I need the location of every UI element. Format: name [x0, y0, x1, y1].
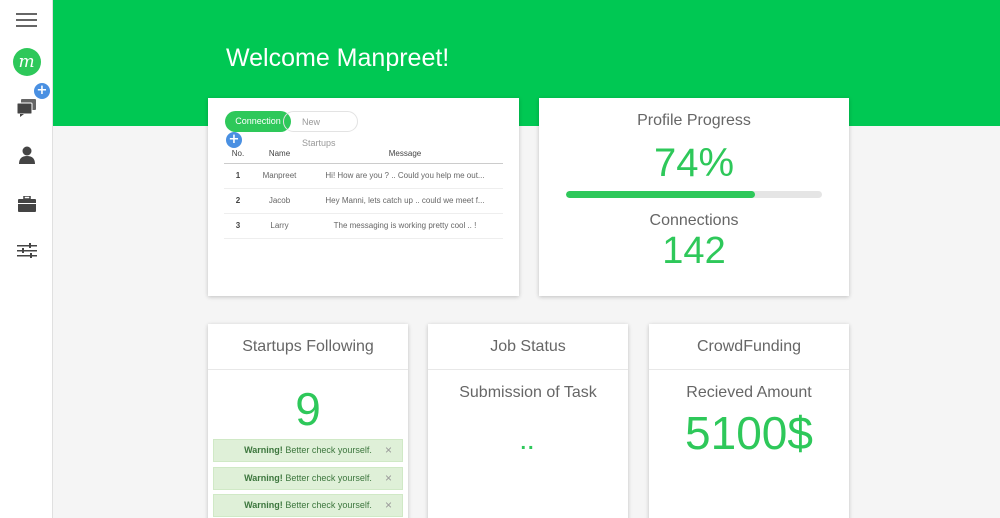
warning-strong: Warning! [244, 445, 283, 455]
warning-text: Better check yourself. [282, 445, 372, 455]
profile-progress-title: Profile Progress [637, 112, 751, 129]
menu-icon[interactable] [0, 10, 53, 30]
warning-alert: Warning! Better check yourself. × [213, 494, 403, 517]
row-no: 1 [224, 163, 252, 189]
warning-strong: Warning! [244, 500, 283, 510]
add-chat-badge[interactable]: + [34, 83, 50, 99]
warning-strong: Warning! [244, 473, 283, 483]
warning-text: Better check yourself. [282, 500, 372, 510]
row-name: Larry [252, 213, 307, 239]
crowdfunding-title: CrowdFunding [649, 324, 849, 370]
tab-connection[interactable]: Connection [225, 111, 291, 132]
job-status-title: Job Status [428, 324, 628, 370]
messages-card: Connection New Startups + No. Name Messa… [208, 98, 519, 296]
received-amount-label: Recieved Amount [686, 384, 812, 401]
warning-text: Better check yourself. [282, 473, 372, 483]
startups-following-count: 9 [295, 383, 321, 435]
row-message: The messaging is working pretty cool .. … [307, 213, 503, 239]
warning-alert: Warning! Better check yourself. × [213, 467, 403, 490]
profile-progress-card: Profile Progress 74% Connections 142 [539, 98, 849, 296]
tab-new-startups[interactable]: New Startups [283, 111, 358, 148]
startups-following-title: Startups Following [208, 324, 408, 370]
received-amount-value: 5100$ [685, 407, 813, 459]
logo-icon: m [12, 48, 41, 76]
row-name: Manpreet [252, 163, 307, 189]
user-icon[interactable] [0, 143, 53, 167]
job-status-subtitle: Submission of Task [459, 384, 597, 401]
chat-icon[interactable]: + [0, 83, 53, 120]
logo[interactable]: m [0, 47, 53, 77]
table-row[interactable]: 2 Jacob Hey Manni, lets catch up .. coul… [224, 188, 503, 214]
welcome-title: Welcome Manpreet! [226, 44, 450, 72]
job-status-card: Job Status Submission of Task .. [428, 324, 628, 518]
col-no: No. [224, 144, 252, 164]
connections-title: Connections [649, 212, 739, 229]
close-icon[interactable]: × [385, 495, 392, 516]
header-banner [53, 0, 1000, 126]
sidebar: m + [0, 0, 53, 518]
table-row[interactable]: 3 Larry The messaging is working pretty … [224, 213, 503, 239]
table-header-row: No. Name Message [224, 144, 503, 164]
message-tabs: Connection New Startups [225, 111, 358, 148]
row-name: Jacob [252, 188, 307, 214]
row-no: 3 [224, 213, 252, 239]
sliders-icon[interactable] [0, 239, 53, 263]
profile-progress-percent: 74% [653, 141, 735, 185]
row-message: Hey Manni, lets catch up .. could we mee… [307, 188, 503, 214]
row-no: 2 [224, 188, 252, 214]
close-icon[interactable]: × [385, 440, 392, 461]
job-status-value: .. [520, 432, 536, 454]
close-icon[interactable]: × [385, 468, 392, 489]
messages-table: No. Name Message 1 Manpreet Hi! How are … [224, 144, 503, 239]
table-row[interactable]: 1 Manpreet Hi! How are you ? .. Could yo… [224, 163, 503, 189]
profile-progress-bar [566, 191, 822, 198]
row-message: Hi! How are you ? .. Could you help me o… [307, 163, 503, 189]
profile-progress-fill [566, 191, 756, 198]
warning-alert: Warning! Better check yourself. × [213, 439, 403, 462]
briefcase-icon[interactable] [0, 192, 53, 216]
startups-following-card: Startups Following 9 Warning! Better che… [208, 324, 408, 518]
crowdfunding-card: CrowdFunding Recieved Amount 5100$ [649, 324, 849, 518]
col-name: Name [252, 144, 307, 164]
connections-count: 142 [662, 230, 726, 272]
col-message: Message [307, 144, 503, 164]
